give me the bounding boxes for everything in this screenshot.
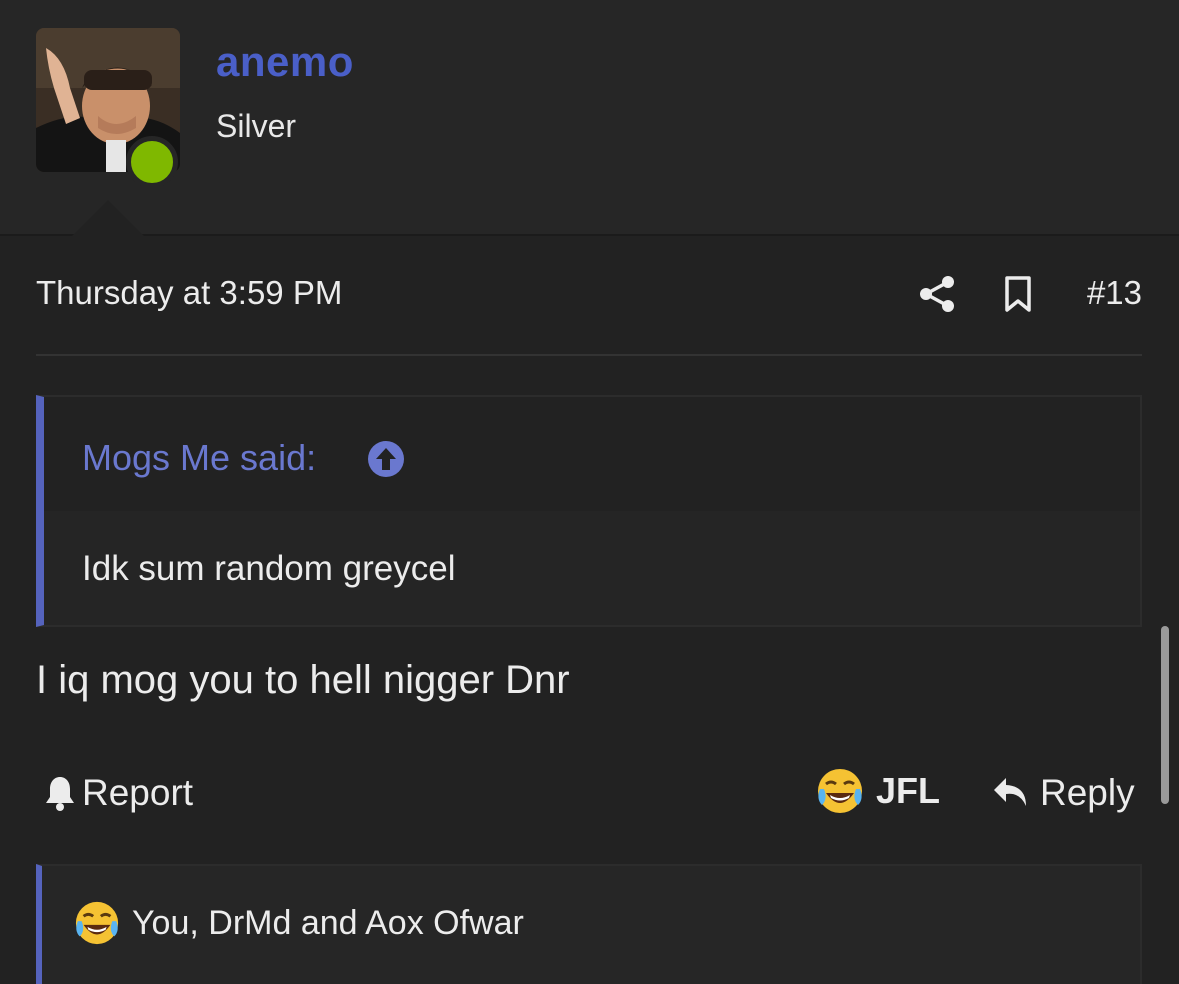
quote-text: Idk sum random greycel	[82, 549, 456, 588]
quote-body: Idk sum random greycel	[44, 511, 1140, 625]
scrollbar[interactable]	[1161, 626, 1169, 804]
bookmark-icon[interactable]	[998, 274, 1038, 314]
laughing-crying-emoji-icon	[818, 769, 862, 813]
reactions-summary[interactable]: You, DrMd and Aox Ofwar	[74, 900, 524, 946]
post-number[interactable]: #13	[1087, 274, 1142, 312]
post-meta: Thursday at 3:59 PM #13	[36, 270, 1142, 322]
quote-block: Mogs Me said: Idk sum random greycel	[36, 395, 1142, 627]
user-title: Silver	[216, 108, 297, 144]
header-pointer	[72, 200, 144, 236]
divider	[36, 354, 1142, 356]
user-header: anemo Silver	[0, 0, 1179, 236]
reply-label: Reply	[1040, 772, 1135, 813]
post-actions: Report JFL Reply	[36, 764, 1142, 820]
online-status-indicator	[126, 136, 178, 188]
quote-header: Mogs Me said:	[44, 397, 1140, 511]
post-body: I iq mog you to hell nigger Dnr	[36, 658, 570, 702]
report-label: Report	[82, 772, 194, 813]
username[interactable]: anemo	[216, 38, 354, 86]
bell-icon	[46, 777, 74, 811]
laughing-crying-emoji-icon	[75, 901, 119, 945]
reply-arrow-icon	[994, 778, 1026, 806]
arrow-up-circle-icon[interactable]	[366, 439, 406, 479]
post-date[interactable]: Thursday at 3:59 PM	[36, 274, 342, 312]
reactions-summary-text: You, DrMd and Aox Ofwar	[132, 903, 524, 942]
reaction-label: JFL	[876, 770, 941, 811]
quote-attribution[interactable]: Mogs Me said:	[82, 437, 316, 479]
reaction-button[interactable]: JFL	[816, 764, 940, 818]
report-button[interactable]: Report	[44, 768, 193, 818]
reactions-bar[interactable]: You, DrMd and Aox Ofwar	[36, 864, 1142, 984]
reply-button[interactable]: Reply	[992, 768, 1135, 818]
share-icon[interactable]	[918, 274, 958, 314]
